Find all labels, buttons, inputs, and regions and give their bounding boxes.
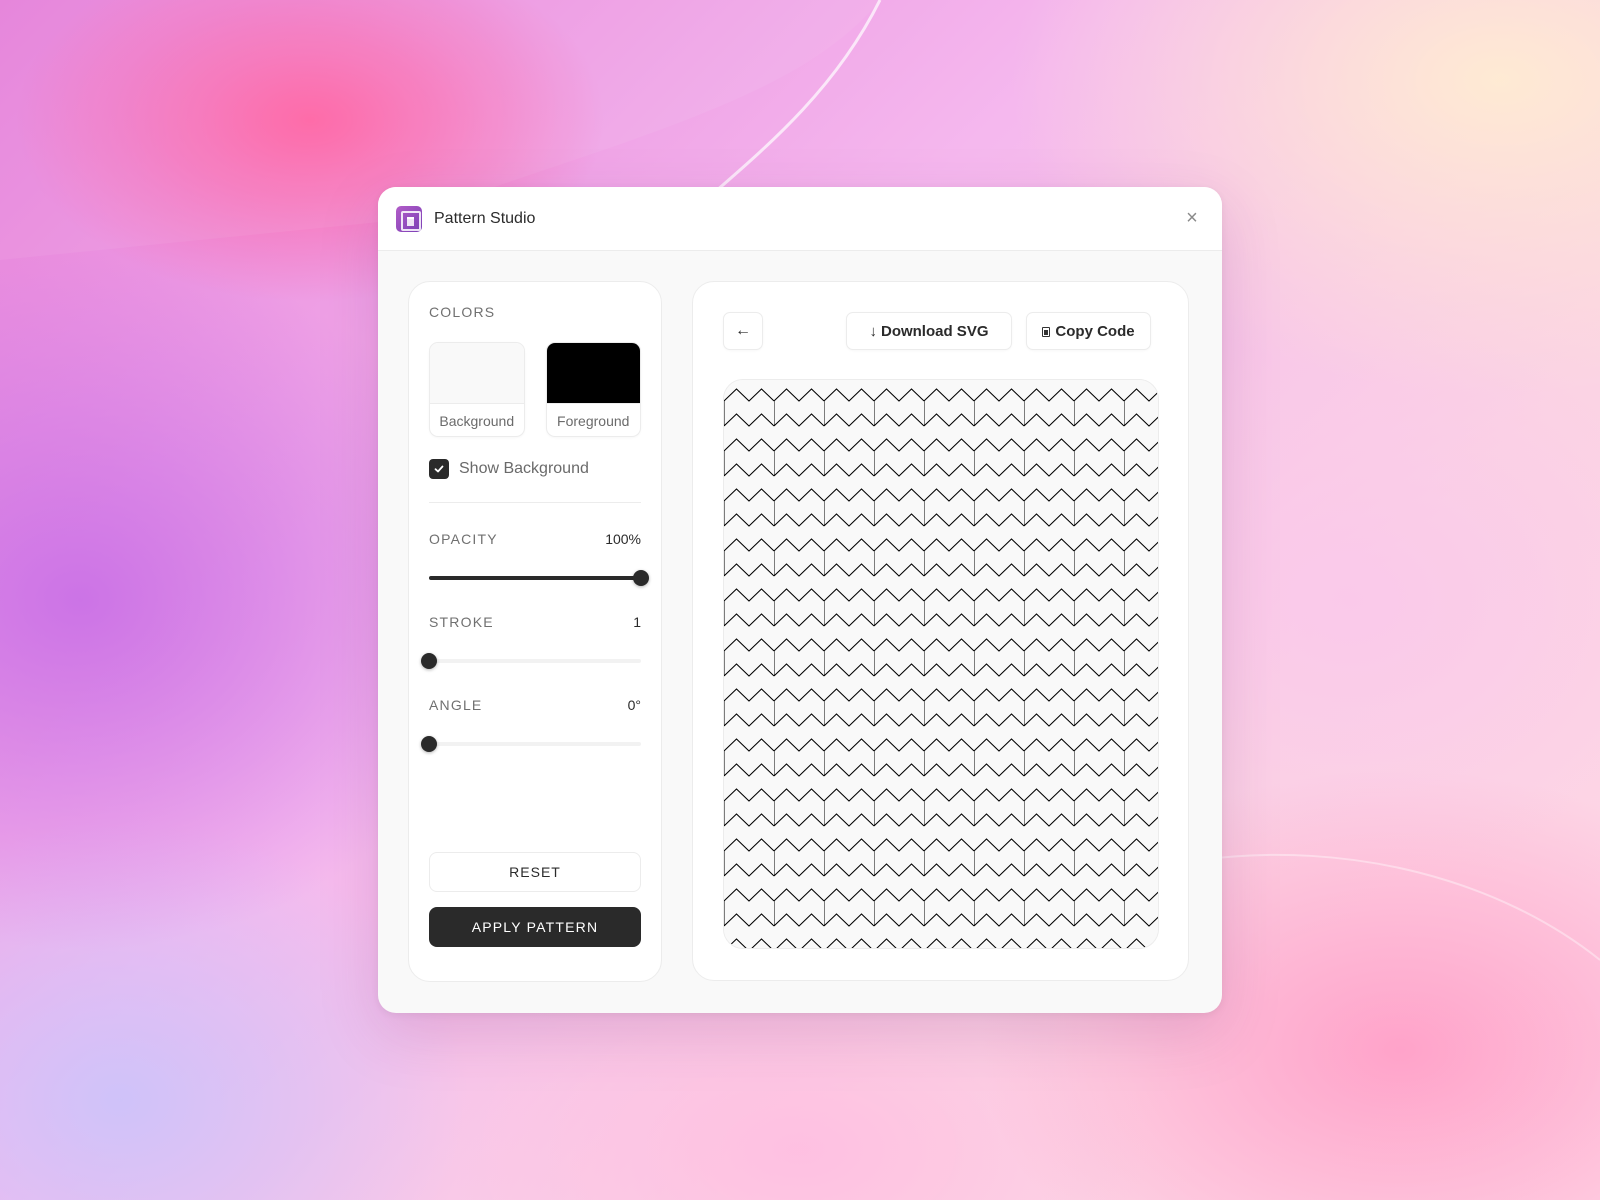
angle-slider[interactable] [421, 734, 641, 754]
zigzag-pattern [724, 380, 1158, 948]
angle-control: ANGLE 0° [421, 697, 641, 754]
pattern-preview [723, 379, 1159, 949]
angle-slider-thumb[interactable] [421, 736, 437, 752]
reset-button[interactable]: RESET [429, 852, 641, 892]
colors-section-label: COLORS [429, 304, 496, 320]
background-color-preview [430, 343, 524, 404]
pattern-studio-window: Pattern Studio × COLORS Background Foreg… [378, 187, 1222, 1013]
copy-code-label: Copy Code [1055, 322, 1135, 340]
window-title: Pattern Studio [434, 209, 536, 227]
copy-icon [1042, 327, 1051, 337]
apply-pattern-button[interactable]: APPLY PATTERN [429, 907, 641, 947]
stroke-slider-track [429, 659, 641, 663]
angle-label: ANGLE [429, 697, 483, 713]
angle-slider-track [429, 742, 641, 746]
angle-value: 0° [627, 697, 641, 713]
stroke-slider[interactable] [421, 651, 641, 671]
opacity-label: OPACITY [429, 531, 498, 547]
opacity-slider[interactable] [429, 568, 649, 588]
preview-panel: ← ↓ Download SVG Copy Code [692, 281, 1189, 981]
background-swatch-label: Background [439, 412, 515, 429]
color-swatches: Background Foreground [429, 342, 641, 437]
stroke-value: 1 [633, 614, 641, 630]
stroke-control: STROKE 1 [421, 614, 641, 671]
opacity-slider-thumb[interactable] [633, 570, 649, 586]
window-content: COLORS Background Foreground Show Backgr… [378, 251, 1222, 1013]
stroke-label: STROKE [429, 614, 494, 630]
controls-panel: COLORS Background Foreground Show Backgr… [408, 281, 662, 982]
background-color-swatch[interactable]: Background [429, 342, 525, 437]
opacity-control: OPACITY 100% [429, 531, 649, 588]
arrow-left-icon: ← [735, 322, 751, 339]
show-background-toggle[interactable]: Show Background [429, 459, 641, 479]
section-divider [429, 502, 641, 503]
download-svg-button[interactable]: ↓ Download SVG [846, 312, 1012, 350]
close-button[interactable]: × [1180, 207, 1204, 231]
app-logo-icon [396, 205, 422, 232]
checkmark-icon [434, 465, 444, 473]
close-icon: × [1186, 207, 1198, 229]
show-background-label: Show Background [459, 460, 589, 477]
stroke-slider-thumb[interactable] [421, 653, 437, 669]
download-svg-label: Download SVG [880, 322, 989, 340]
back-button[interactable]: ← [723, 312, 763, 350]
download-arrow-icon: ↓ [869, 322, 877, 340]
foreground-color-swatch[interactable]: Foreground [545, 342, 641, 437]
opacity-value: 100% [605, 531, 641, 547]
foreground-swatch-label: Foreground [557, 412, 630, 429]
copy-code-button[interactable]: Copy Code [1026, 312, 1151, 350]
show-background-checkbox[interactable] [429, 459, 449, 479]
opacity-slider-fill [429, 576, 641, 580]
pattern-canvas [724, 380, 1158, 948]
title-bar: Pattern Studio × [378, 187, 1222, 251]
foreground-color-preview [546, 343, 640, 404]
